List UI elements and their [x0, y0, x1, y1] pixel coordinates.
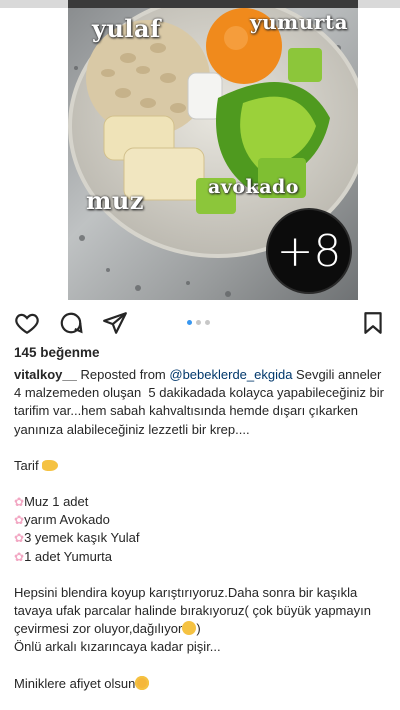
closing-line: Miniklere afiyet olsun	[14, 675, 390, 693]
post-image[interactable]: yulaf yumurta muz avokado +8	[68, 8, 358, 300]
recipe-title: Tarif	[14, 457, 39, 473]
ingredient-item: ✿1 adet Yumurta	[14, 548, 390, 566]
post-caption: vitalkoy__ Reposted from @bebeklerde_ekg…	[14, 366, 390, 693]
closing-text: Miniklere afiyet olsun	[14, 675, 136, 691]
status-bar-dark	[68, 0, 358, 8]
ingredient-item: ✿3 yemek kaşık Yulaf	[14, 529, 390, 547]
instructions-1: Hepsini blendira koyup karıştırıyoruz.Da…	[14, 584, 390, 639]
flower-icon: ✿	[14, 531, 25, 546]
post-actions-bar	[0, 306, 400, 340]
ingredient-text: Muz 1 adet	[24, 494, 89, 510]
comment-icon[interactable]	[58, 310, 84, 336]
status-bar	[0, 0, 400, 8]
label-avokado: avokado	[208, 176, 299, 198]
likes-count[interactable]: 145 beğenme	[14, 345, 100, 360]
carousel-dot-active	[187, 320, 192, 325]
ingredient-item: ✿yarım Avokado	[14, 511, 390, 529]
label-yumurta: yumurta	[250, 10, 349, 34]
ingredient-text: 1 adet Yumurta	[24, 548, 112, 564]
more-images-badge: +8	[266, 208, 352, 294]
reposted-user-link[interactable]: @bebeklerde_ekgida	[169, 367, 292, 382]
smile-icon	[182, 621, 197, 636]
pointing-hand-icon	[42, 459, 59, 471]
recipe-title-line: Tarif	[14, 457, 390, 475]
flower-icon: ✿	[14, 549, 25, 564]
caption-intro: vitalkoy__ Reposted from @bebeklerde_ekg…	[14, 366, 390, 439]
ingredient-item: ✿Muz 1 adet	[14, 493, 390, 511]
smiling-hearts-icon	[135, 675, 150, 690]
carousel-indicator	[187, 320, 210, 325]
reposted-prefix: Reposted from	[76, 367, 170, 382]
ingredient-text: yarım Avokado	[24, 512, 110, 528]
carousel-dot	[196, 320, 201, 325]
carousel-dot	[205, 320, 210, 325]
instructions-2: Önlü arkalı kızarıncaya kadar pişir...	[14, 639, 221, 655]
heart-icon[interactable]	[14, 310, 40, 336]
share-icon[interactable]	[102, 310, 128, 336]
bookmark-icon[interactable]	[360, 310, 386, 336]
flower-icon: ✿	[14, 495, 25, 510]
username-link[interactable]: vitalkoy__	[14, 367, 77, 382]
label-yulaf: yulaf	[92, 14, 161, 43]
close-paren: )	[196, 621, 201, 637]
label-muz: muz	[86, 186, 144, 215]
ingredient-text: 3 yemek kaşık Yulaf	[24, 530, 140, 546]
flower-icon: ✿	[14, 513, 25, 528]
